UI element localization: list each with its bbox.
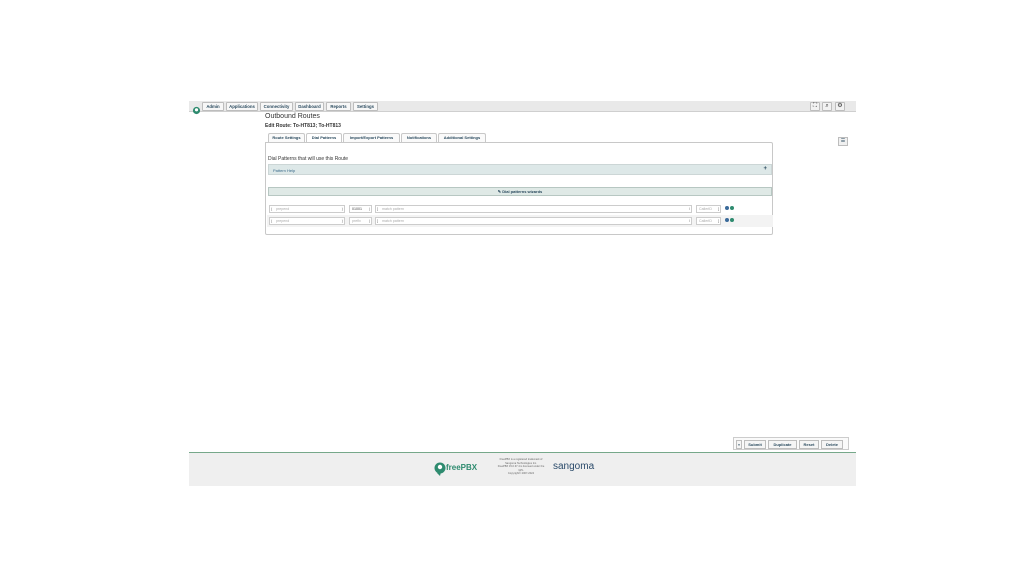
callerid-input[interactable]: CallerID] [696,205,721,213]
submit-button[interactable]: Submit [744,440,766,449]
action-bar: » Submit Duplicate Reset Delete [733,437,849,450]
prefix-input[interactable]: prefix | [349,217,372,225]
sangoma-logo[interactable]: sangoma [553,461,594,472]
language-icon[interactable]: ⛶ [810,102,820,111]
pattern-help-toggle[interactable]: Pattern Help + [268,164,772,175]
sangoma-text: sangoma [553,461,595,472]
add-row-icon[interactable] [725,218,729,222]
tab-route-settings[interactable]: Route Settings [268,133,305,142]
prepend-input[interactable]: (prepend) [269,205,345,213]
freepbx-logo-icon[interactable] [191,102,202,115]
dial-patterns-panel: Dial Patterns that will use this Route P… [265,142,773,235]
tab-import-export-patterns[interactable]: Import/Export Patterns [343,133,400,142]
reset-button[interactable]: Reset [799,440,819,449]
freepbx-logo-icon [434,462,446,476]
expand-icon: + [763,166,767,172]
menu-admin[interactable]: Admin [202,102,224,111]
callerid-input[interactable]: CallerID] [696,217,721,225]
add-row-icon[interactable] [725,206,729,210]
collapse-actions-button[interactable]: » [736,440,742,449]
dial-pattern-row: (prepend) 01001 | [match pattern / CallerI… [267,203,773,215]
prefix-input[interactable]: 01001 | [349,205,372,213]
dial-patterns-wizard-button[interactable]: ✎ Dial patterns wizards [268,187,772,196]
menu-reports[interactable]: Reports [326,102,351,111]
dial-patterns-heading: Dial Patterns that will use this Route [268,156,349,162]
match-pattern-input[interactable]: [match pattern / [375,205,692,213]
gear-icon[interactable]: ⚙ [835,102,845,111]
tab-additional-settings[interactable]: Additional Settings [438,133,486,142]
top-navigation: Admin Applications Connectivity Dashboar… [189,101,856,115]
menu-connectivity[interactable]: Connectivity [260,102,293,111]
prepend-input[interactable]: (prepend) [269,217,345,225]
row-actions [725,206,735,211]
duplicate-button[interactable]: Duplicate [768,440,797,449]
delete-row-icon[interactable] [730,206,734,210]
menu-settings[interactable]: Settings [353,102,378,111]
delete-row-icon[interactable] [730,218,734,222]
dial-pattern-row: (prepend) prefix | [match pattern / Caller… [267,215,773,227]
wizard-label: Dial patterns wizards [502,189,543,194]
side-list-toggle-icon[interactable]: ☰ [838,137,848,146]
match-pattern-input[interactable]: [match pattern / [375,217,692,225]
pattern-help-label: Pattern Help [273,168,296,173]
page-subtitle: Edit Route: To-HT813; To-HT813 [265,123,341,129]
search-icon[interactable]: ⌕ [822,102,832,111]
menu-dashboard[interactable]: Dashboard [295,102,324,111]
menu-applications[interactable]: Applications [226,102,258,111]
freepbx-brand[interactable]: freePBX [434,462,480,476]
footer: freePBX FreePBX is a registered trademar… [189,452,856,486]
delete-button[interactable]: Delete [821,440,843,449]
row-actions [725,218,735,223]
freepbx-brand-text: freePBX [446,463,478,472]
legal-text: FreePBX is a registered trademark of San… [497,458,545,476]
page-title: Outbound Routes [265,113,320,120]
tab-notifications[interactable]: Notifications [401,133,437,142]
app-frame: Admin Applications Connectivity Dashboar… [189,101,856,486]
